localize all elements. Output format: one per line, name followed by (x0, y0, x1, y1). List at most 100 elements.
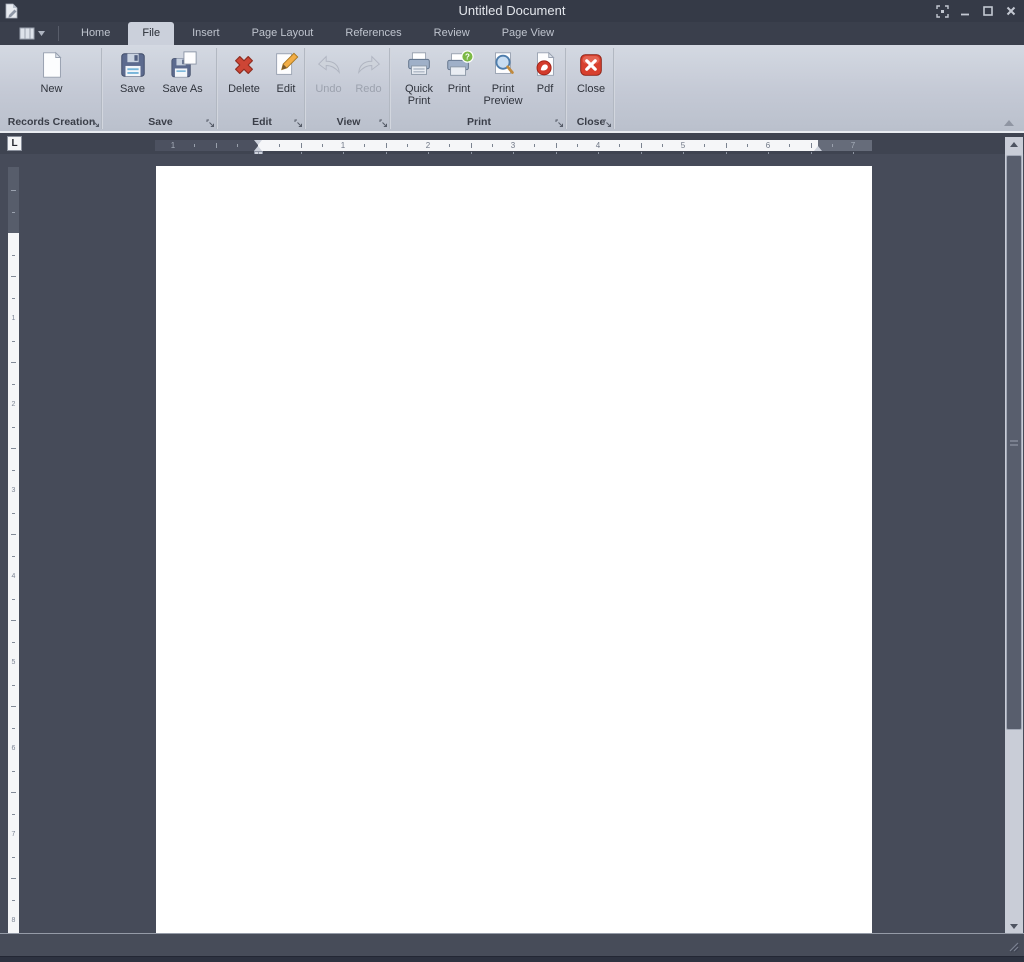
ribbon-collapse-icon[interactable] (1004, 120, 1014, 126)
dialog-launcher-icon[interactable] (555, 119, 564, 128)
ribbon-group-view: Undo Redo View (306, 45, 391, 131)
scroll-down-icon[interactable] (1005, 919, 1023, 933)
ruler-number: 7 (11, 831, 16, 838)
tab-stop-selector[interactable]: L (7, 136, 22, 151)
maximize-icon[interactable] (981, 4, 995, 18)
ruler-number: 1 (170, 141, 176, 150)
window-bottom-edge (0, 956, 1024, 962)
first-line-indent-marker[interactable] (253, 140, 262, 145)
window-controls (935, 0, 1018, 22)
horizontal-ruler: L 1 1 2 3 4 5 6 7 (0, 133, 1024, 155)
ribbon-group-records-creation: New Records Creation (0, 45, 103, 131)
group-label-view: View (336, 116, 361, 128)
ruler-number: 4 (595, 141, 601, 150)
pdf-button[interactable]: Pdf (529, 48, 561, 95)
dialog-launcher-icon[interactable] (91, 119, 100, 128)
dialog-launcher-icon[interactable] (294, 119, 303, 128)
vertical-ruler: 1 2 3 4 5 6 7 8 (8, 167, 19, 933)
vruler-top-margin-zone (8, 167, 19, 233)
dialog-launcher-icon[interactable] (206, 119, 215, 128)
new-button[interactable]: New (24, 48, 80, 95)
close-icon[interactable] (1004, 4, 1018, 18)
ribbon-tabstrip: Home File Insert Page Layout References … (0, 22, 1024, 45)
quick-print-button-label: Quick Print (404, 83, 434, 107)
delete-button-label: Delete (228, 83, 260, 95)
ruler-number: 2 (425, 141, 431, 150)
redo-button-label: Redo (355, 83, 382, 95)
print-preview-button[interactable]: Print Preview (477, 48, 529, 107)
close-document-icon (576, 50, 606, 80)
close-document-button-label: Close (576, 83, 606, 95)
save-button-label: Save (119, 83, 146, 95)
tab-page-layout[interactable]: Page Layout (238, 22, 328, 45)
edit-icon (271, 50, 301, 80)
tab-review[interactable]: Review (420, 22, 484, 45)
print-preview-button-label: Print Preview (483, 83, 523, 107)
edit-button[interactable]: Edit (268, 48, 304, 95)
tab-home[interactable]: Home (67, 22, 124, 45)
fullscreen-icon[interactable] (935, 4, 949, 18)
redo-icon (354, 50, 384, 80)
save-icon (118, 50, 148, 80)
print-button[interactable]: ? Print (441, 48, 477, 95)
ruler-number: 3 (11, 487, 16, 494)
redo-button: Redo (349, 48, 389, 95)
resize-grip-icon[interactable] (1006, 939, 1020, 953)
quick-print-button[interactable]: Quick Print (397, 48, 441, 107)
undo-icon (314, 50, 344, 80)
ruler-number: 6 (11, 745, 16, 752)
tab-file[interactable]: File (128, 22, 175, 45)
group-label-edit: Edit (252, 116, 272, 128)
dialog-launcher-icon[interactable] (603, 119, 612, 128)
quick-print-icon (404, 50, 434, 80)
scrollbar-thumb[interactable] (1006, 155, 1022, 730)
document-canvas: 1 2 3 4 5 6 7 8 (0, 154, 1024, 933)
undo-button-label: Undo (315, 83, 342, 95)
edit-button-label: Edit (276, 83, 296, 95)
tab-insert[interactable]: Insert (178, 22, 234, 45)
save-button[interactable]: Save (111, 48, 155, 95)
save-as-icon (168, 50, 198, 80)
new-button-label: New (40, 83, 63, 95)
ruler-number: 5 (11, 659, 16, 666)
tabstrip-divider (58, 26, 59, 41)
tab-page-view[interactable]: Page View (488, 22, 568, 45)
application-window: Untitled Document Home File Insert Page … (0, 0, 1024, 962)
save-as-button[interactable]: Save As (155, 48, 211, 95)
ruler-number: 2 (11, 401, 16, 408)
ribbon-group-print: Quick Print ? Print Print Preview Pdf Pr… (391, 45, 567, 131)
print-icon: ? (444, 50, 474, 80)
right-indent-marker[interactable] (813, 146, 822, 151)
application-menu-button[interactable] (12, 22, 52, 45)
group-label-records-creation: Records Creation (7, 116, 96, 128)
ruler-number: 4 (11, 573, 16, 580)
ruler-right-margin-zone (818, 140, 872, 151)
status-bar (0, 933, 1024, 956)
group-label-close: Close (576, 116, 606, 128)
dialog-launcher-icon[interactable] (379, 119, 388, 128)
delete-button[interactable]: Delete (220, 48, 268, 95)
document-workspace: L 1 1 2 3 4 5 6 7 1 2 3 4 5 6 7 8 (0, 133, 1024, 933)
vruler-text-area-zone (8, 233, 19, 933)
scroll-up-icon[interactable] (1005, 137, 1023, 151)
ruler-number: 1 (11, 315, 16, 322)
close-document-button[interactable]: Close (570, 48, 612, 95)
grid-icon (19, 27, 35, 40)
pdf-button-label: Pdf (536, 83, 554, 95)
ruler-number: 6 (765, 141, 771, 150)
ruler-number: 1 (340, 141, 346, 150)
pdf-icon (530, 50, 560, 80)
print-preview-icon (488, 50, 518, 80)
ruler-number: 8 (11, 917, 16, 924)
ribbon-group-close: Close Close (567, 45, 615, 131)
new-document-icon (37, 50, 67, 80)
minimize-icon[interactable] (958, 4, 972, 18)
tab-references[interactable]: References (331, 22, 415, 45)
window-title: Untitled Document (458, 3, 566, 18)
undo-button: Undo (309, 48, 349, 95)
titlebar: Untitled Document (0, 0, 1024, 22)
vertical-scrollbar[interactable] (1005, 137, 1023, 933)
document-page[interactable] (156, 166, 872, 933)
save-as-button-label: Save As (162, 83, 203, 95)
chevron-down-icon (38, 31, 45, 36)
